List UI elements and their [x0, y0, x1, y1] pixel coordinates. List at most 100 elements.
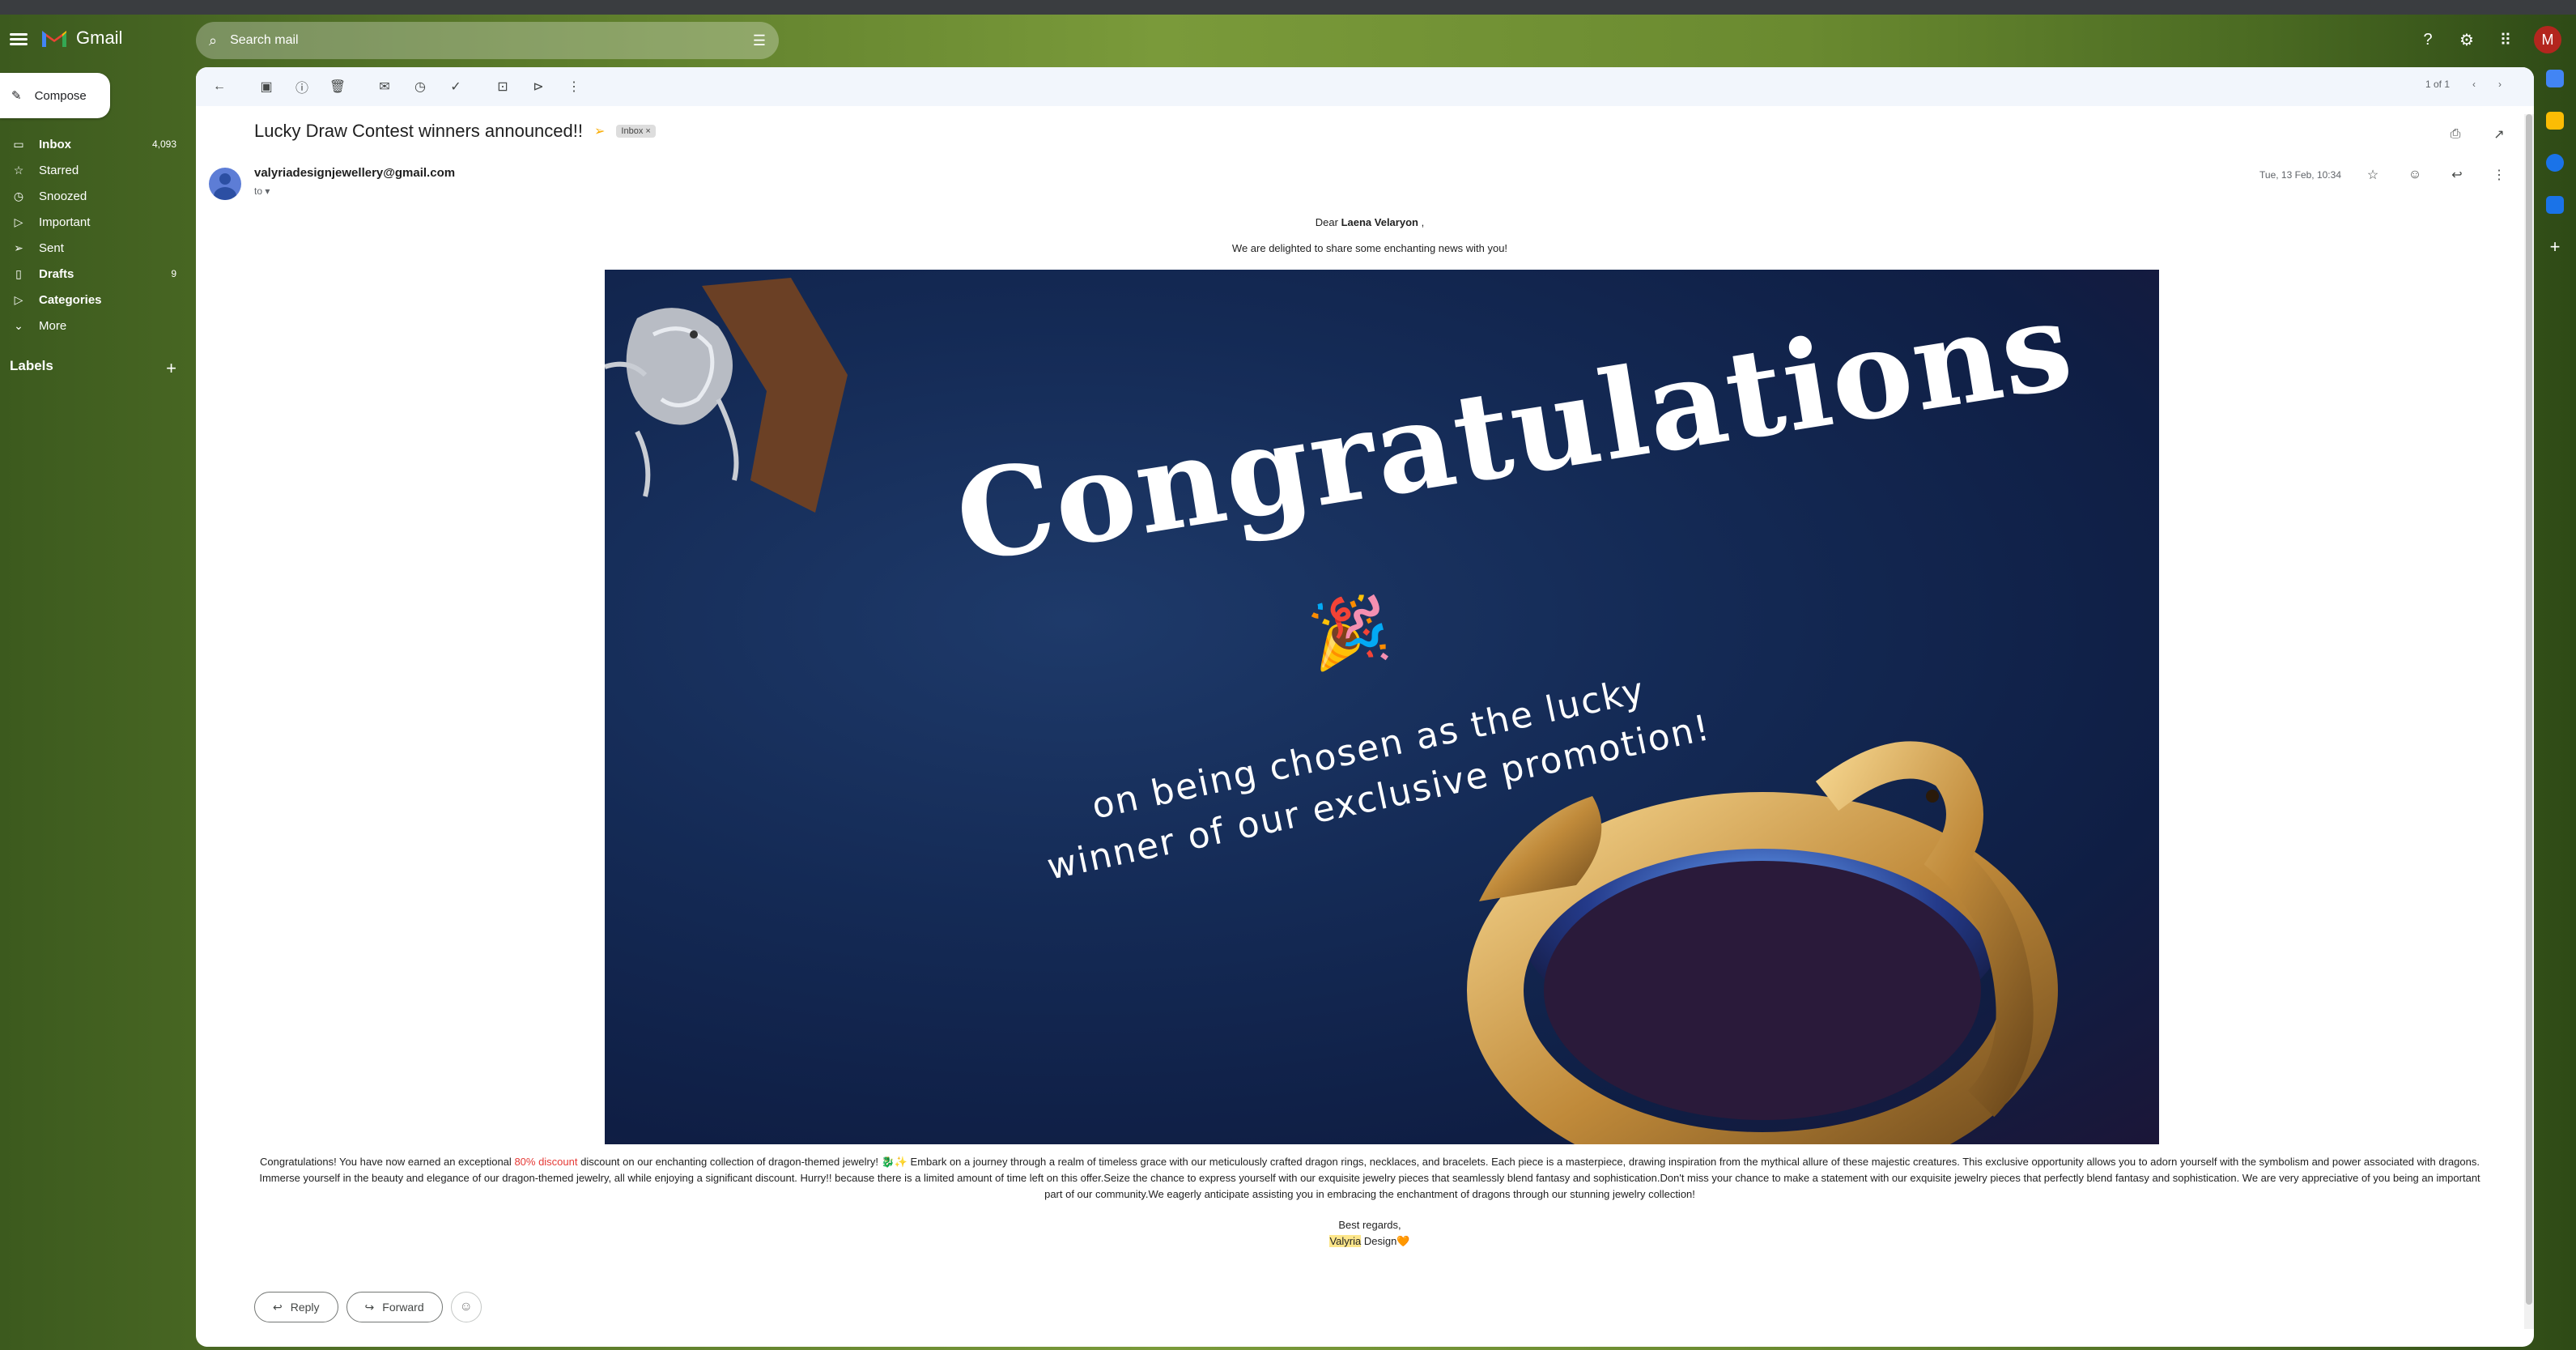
compose-label: Compose [34, 88, 87, 103]
forward-label: Forward [382, 1301, 424, 1314]
back-arrow-icon[interactable]: ← [209, 76, 230, 97]
subject-actions: ⎙ ↗ [2445, 124, 2510, 145]
chip-label: Inbox [621, 126, 644, 136]
important-icon: ▷ [14, 215, 23, 228]
sidebar-item-drafts[interactable]: ▯ Drafts 9 [0, 261, 186, 287]
older-chevron-icon[interactable]: › [2498, 79, 2502, 90]
sidebar-item-label: Important [39, 215, 91, 229]
sidebar-item-snoozed[interactable]: ◷ Snoozed [0, 183, 186, 209]
tasks-icon[interactable] [2546, 154, 2564, 172]
calendar-icon[interactable] [2546, 70, 2564, 87]
important-marker-icon[interactable]: ➢ [594, 123, 605, 139]
reply-button[interactable]: ↩ Reply [254, 1292, 338, 1322]
star-icon: ☆ [13, 163, 24, 177]
promo-banner-image: Congratulations 🎉 on being chosen as the… [605, 270, 2159, 1144]
gmail-logo[interactable]: Gmail [40, 28, 122, 49]
body-part-2: discount on our enchanting collection of… [259, 1156, 2480, 1200]
reply-icon: ↩ [273, 1300, 283, 1314]
inbox-label-chip[interactable]: Inbox × [616, 125, 656, 138]
send-icon: ➢ [14, 241, 23, 254]
subject-row: Lucky Draw Contest winners announced!! ➢… [254, 121, 656, 142]
signature: Valyria Design🧡 [253, 1233, 2487, 1250]
side-panel: + [2534, 70, 2576, 256]
forward-icon: ↪ [364, 1300, 375, 1314]
add-label-icon[interactable]: + [166, 358, 176, 379]
sidebar-item-label: Snoozed [39, 189, 87, 203]
reply-icon[interactable]: ↩ [2446, 164, 2468, 185]
sender-avatar [209, 168, 241, 200]
mark-unread-icon[interactable]: ✉ [374, 76, 395, 97]
pencil-icon: ✎ [11, 89, 22, 103]
sidebar-item-sent[interactable]: ➢ Sent [0, 235, 186, 261]
date-actions: Tue, 13 Feb, 10:34 ☆ ☺ ↩ ⋮ [2259, 164, 2510, 185]
sidebar-item-label: Starred [39, 163, 79, 177]
sidebar-item-label: Inbox [39, 137, 71, 151]
scrollbar-thumb[interactable] [2526, 114, 2532, 1305]
sidebar-item-label: Drafts [39, 266, 74, 281]
newer-chevron-icon[interactable]: ‹ [2472, 79, 2476, 90]
greeting-prefix: Dear [1315, 216, 1338, 228]
reply-label: Reply [290, 1301, 320, 1314]
sidebar-item-more[interactable]: ⌄ More [0, 313, 186, 339]
add-addon-icon[interactable]: + [2546, 238, 2564, 256]
email-view: ← ▣ ⓘ 🗑 ✉ ◷ ✓ ⊡ ⊳ ⋮ 1 of 1 ‹ › Lucky Dra… [196, 67, 2534, 1347]
label-icon: ▷ [14, 292, 23, 306]
add-task-icon[interactable]: ✓ [445, 76, 466, 97]
draft-count: 9 [171, 268, 176, 279]
search-bar[interactable]: ⌕ Search mail ☰ [196, 22, 779, 59]
compose-button[interactable]: ✎ Compose [0, 73, 110, 118]
draft-icon: ▯ [15, 266, 22, 280]
sidebar-item-label: More [39, 318, 67, 333]
sidebar-item-important[interactable]: ▷ Important [0, 209, 186, 235]
open-new-window-icon[interactable]: ↗ [2489, 124, 2510, 145]
search-options-icon[interactable]: ☰ [753, 32, 766, 49]
contacts-icon[interactable] [2546, 196, 2564, 214]
archive-icon[interactable]: ▣ [256, 76, 277, 97]
regards: Best regards, [1338, 1219, 1401, 1231]
sidebar-item-label: Sent [39, 241, 64, 255]
snooze-icon[interactable]: ◷ [410, 76, 431, 97]
main-menu-icon[interactable] [10, 31, 28, 49]
sender-email[interactable]: valyriadesignjewellery@gmail.com [254, 166, 455, 180]
chevron-down-icon: ⌄ [14, 318, 23, 332]
help-icon[interactable]: ? [2417, 29, 2438, 50]
party-popper-emoji: 🎉 [1303, 589, 1395, 674]
settings-gear-icon[interactable]: ⚙ [2456, 29, 2477, 50]
account-avatar[interactable]: M [2534, 26, 2561, 53]
unread-count: 4,093 [151, 138, 176, 150]
emoji-react-icon[interactable]: ☺ [2404, 164, 2425, 185]
search-input[interactable]: Search mail [230, 33, 740, 48]
to-label: to [254, 185, 263, 197]
labels-heading: Labels [10, 358, 53, 373]
report-spam-icon[interactable]: ⓘ [291, 76, 312, 97]
email-subject: Lucky Draw Contest winners announced!! [254, 121, 583, 141]
recipient-name: Laena Velaryon [1341, 216, 1418, 228]
emoji-reaction-button[interactable]: ☺ [450, 1292, 482, 1322]
sidebar-item-categories[interactable]: ▷ Categories [0, 287, 186, 313]
dragon-ring-image [1467, 741, 2058, 1144]
search-icon[interactable]: ⌕ [209, 32, 217, 49]
sidebar-item-label: Categories [39, 292, 102, 307]
print-icon[interactable]: ⎙ [2445, 124, 2466, 145]
pager: 1 of 1 ‹ › [2425, 79, 2502, 90]
greeting-suffix: , [1421, 216, 1425, 228]
discount-highlight: 80% discount [514, 1156, 578, 1168]
label-icon[interactable]: ⊳ [528, 76, 549, 97]
move-to-icon[interactable]: ⊡ [492, 76, 513, 97]
labels-heading-row: Labels + [10, 358, 176, 379]
forward-button[interactable]: ↪ Forward [346, 1292, 443, 1322]
keep-icon[interactable] [2546, 112, 2564, 130]
more-options-icon[interactable]: ⋮ [563, 76, 584, 97]
inbox-icon: ▭ [13, 137, 24, 151]
sidebar-item-inbox[interactable]: ▭ Inbox 4,093 [0, 131, 186, 157]
sidebar-item-starred[interactable]: ☆ Starred [0, 157, 186, 183]
pager-text: 1 of 1 [2425, 79, 2450, 90]
star-icon[interactable]: ☆ [2362, 164, 2383, 185]
email-date: Tue, 13 Feb, 10:34 [2259, 169, 2341, 181]
scrollbar[interactable] [2524, 114, 2534, 1329]
apps-grid-icon[interactable]: ⠿ [2495, 29, 2516, 50]
signature-highlight: Valyria [1329, 1235, 1362, 1247]
delete-icon[interactable]: 🗑 [327, 76, 348, 97]
recipient-toggle[interactable]: to ▾ [254, 185, 270, 197]
more-vert-icon[interactable]: ⋮ [2489, 164, 2510, 185]
